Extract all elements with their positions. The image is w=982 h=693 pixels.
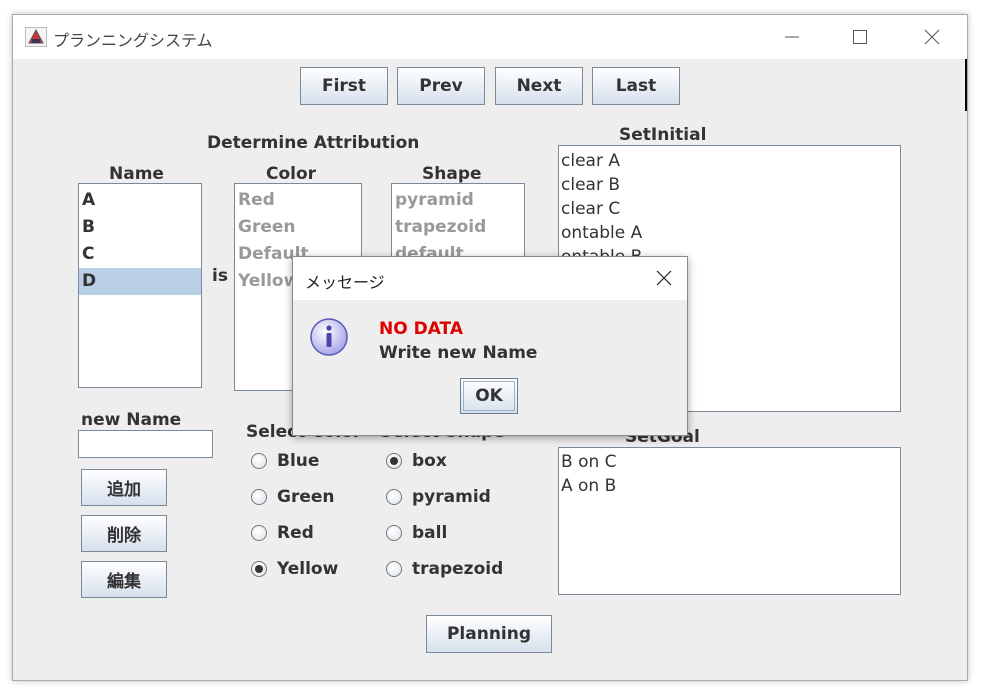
dialog-title: メッセージ [305, 273, 385, 292]
radio-label: Yellow [277, 559, 339, 579]
list-item[interactable]: trapezoid [392, 214, 524, 241]
radio-label: ball [412, 523, 448, 543]
minimize-icon [785, 36, 799, 38]
radio-circle[interactable] [251, 525, 267, 541]
radio-circle[interactable] [386, 525, 402, 541]
maximize-button[interactable] [837, 15, 883, 59]
next-button[interactable]: Next [495, 67, 583, 105]
radio-label: Blue [277, 451, 320, 471]
radio-circle-selected[interactable] [386, 453, 402, 469]
radio-label: box [412, 451, 447, 471]
new-name-input[interactable] [78, 430, 213, 458]
list-item[interactable]: B [79, 214, 201, 241]
set-goal-textarea[interactable]: B on C A on B [558, 447, 901, 595]
color-radio-yellow[interactable]: Yellow [251, 559, 338, 579]
color-radio-green[interactable]: Green [251, 487, 335, 507]
radio-label: pyramid [412, 487, 491, 507]
shape-radio-trapezoid[interactable]: trapezoid [386, 559, 503, 579]
close-button[interactable] [909, 15, 955, 59]
list-item[interactable]: C [79, 241, 201, 268]
message-dialog: メッセージ NO DATA Write new Name OK [292, 256, 688, 436]
dialog-error-text: NO DATA [379, 319, 463, 339]
is-label: is [212, 266, 228, 286]
determine-attribution-heading: Determine Attribution [207, 133, 420, 153]
shape-label: Shape [422, 164, 482, 184]
set-initial-label: SetInitial [619, 125, 707, 145]
dialog-close-icon[interactable] [653, 267, 675, 289]
last-button[interactable]: Last [592, 67, 680, 105]
first-button[interactable]: First [300, 67, 388, 105]
dialog-title-bar: メッセージ [293, 257, 687, 300]
maximize-icon [853, 30, 867, 44]
close-icon [924, 29, 940, 45]
radio-circle[interactable] [386, 489, 402, 505]
title-bar: プランニングシステム [13, 15, 967, 59]
java-app-icon [25, 27, 47, 47]
planning-button[interactable]: Planning [426, 615, 552, 653]
radio-circle-selected[interactable] [251, 561, 267, 577]
initial-line: clear B [561, 175, 621, 195]
prev-button[interactable]: Prev [397, 67, 485, 105]
edit-button[interactable]: 編集 [81, 561, 167, 598]
window-title: プランニングシステム [53, 31, 213, 50]
radio-circle[interactable] [386, 561, 402, 577]
delete-button[interactable]: 削除 [81, 515, 167, 552]
name-label: Name [109, 164, 164, 184]
ok-button[interactable]: OK [460, 378, 518, 414]
color-radio-red[interactable]: Red [251, 523, 314, 543]
radio-label: trapezoid [412, 559, 504, 579]
goal-line: A on B [561, 476, 617, 496]
color-radio-blue[interactable]: Blue [251, 451, 319, 471]
name-list[interactable]: A B C D [78, 183, 202, 388]
radio-dot [390, 457, 398, 465]
list-item[interactable]: A [79, 187, 201, 214]
radio-label: Red [277, 523, 314, 543]
color-label: Color [266, 164, 317, 184]
radio-circle[interactable] [251, 453, 267, 469]
list-item[interactable]: pyramid [392, 187, 524, 214]
minimize-button[interactable] [769, 15, 815, 59]
new-name-label: new Name [81, 410, 182, 430]
initial-line: clear C [561, 199, 621, 219]
shape-radio-box[interactable]: box [386, 451, 447, 471]
list-item-selected[interactable]: D [79, 268, 201, 295]
radio-label: Green [277, 487, 335, 507]
add-button[interactable]: 追加 [81, 469, 167, 506]
info-icon [310, 318, 348, 356]
radio-circle[interactable] [251, 489, 267, 505]
shape-radio-pyramid[interactable]: pyramid [386, 487, 491, 507]
initial-line: ontable A [561, 223, 643, 243]
list-item[interactable]: Green [235, 214, 361, 241]
goal-line: B on C [561, 452, 617, 472]
shape-radio-ball[interactable]: ball [386, 523, 447, 543]
initial-line: clear A [561, 151, 620, 171]
radio-dot [255, 565, 263, 573]
list-item[interactable]: Red [235, 187, 361, 214]
window-edge-artifact [965, 59, 967, 111]
dialog-message-text: Write new Name [379, 343, 538, 363]
